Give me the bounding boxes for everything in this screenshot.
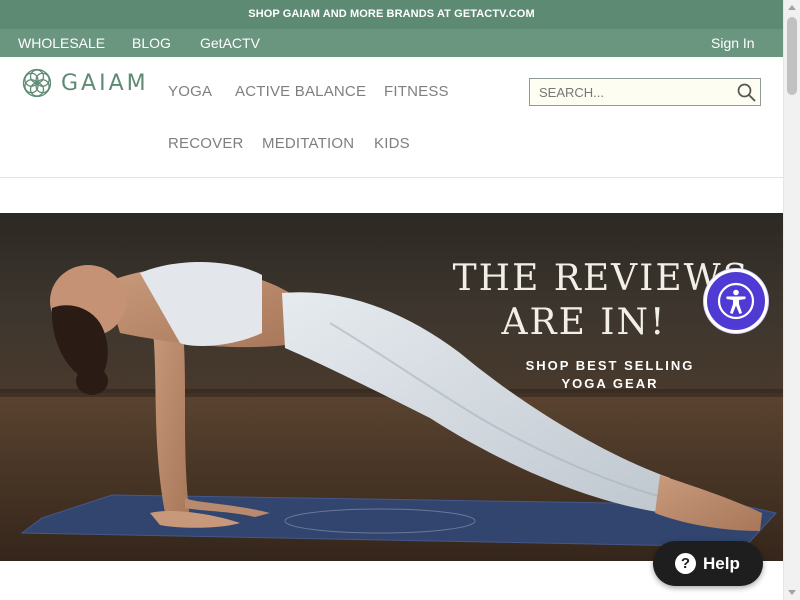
promo-banner[interactable]: SHOP GAIAM AND MORE BRANDS AT GETACTV.CO… xyxy=(0,0,783,29)
nav-item-fitness[interactable]: FITNESS xyxy=(384,83,449,100)
flower-of-life-icon xyxy=(22,68,52,98)
hero-banner[interactable]: THE REVIEWS ARE IN! SHOP BEST SELLING YO… xyxy=(0,213,783,561)
scroll-thumb[interactable] xyxy=(787,17,797,95)
nav-item-kids[interactable]: KIDS xyxy=(374,135,410,152)
logo-wordmark: GAIAM xyxy=(61,70,149,96)
sign-in-link[interactable]: Sign In xyxy=(711,35,755,51)
scroll-up-arrow-icon[interactable] xyxy=(788,5,796,10)
site-header: GAIAM YOGA ACTIVE BALANCE FITNESS RECOVE… xyxy=(0,57,783,178)
nav-item-active-balance[interactable]: ACTIVE BALANCE xyxy=(235,83,366,100)
accessibility-button[interactable] xyxy=(704,269,768,333)
hero-cta-line2: YOGA GEAR xyxy=(561,376,659,391)
utility-link-getactv[interactable]: GetACTV xyxy=(200,35,260,51)
gaiam-logo[interactable]: GAIAM xyxy=(22,67,149,99)
hero-cta-line1: SHOP BEST SELLING xyxy=(525,358,695,373)
question-mark-icon: ? xyxy=(675,553,696,574)
nav-item-yoga[interactable]: YOGA xyxy=(168,83,212,100)
help-button[interactable]: ? Help xyxy=(653,541,763,586)
shop-best-selling-link[interactable]: SHOP BEST SELLING YOGA GEAR xyxy=(505,357,715,393)
search-input[interactable] xyxy=(530,79,730,105)
nav-item-recover[interactable]: RECOVER xyxy=(168,135,244,152)
page-scrollbar[interactable] xyxy=(783,0,800,600)
help-label: Help xyxy=(703,553,740,573)
search-icon[interactable] xyxy=(737,83,756,102)
nav-item-meditation[interactable]: MEDITATION xyxy=(262,135,354,152)
utility-link-blog[interactable]: BLOG xyxy=(132,35,171,51)
utility-link-wholesale[interactable]: WHOLESALE xyxy=(18,35,105,51)
utility-nav: WHOLESALE BLOG GetACTV Sign In xyxy=(0,29,783,57)
accessibility-person-icon xyxy=(717,282,755,320)
search-box xyxy=(529,78,761,106)
scroll-down-arrow-icon[interactable] xyxy=(788,590,796,595)
